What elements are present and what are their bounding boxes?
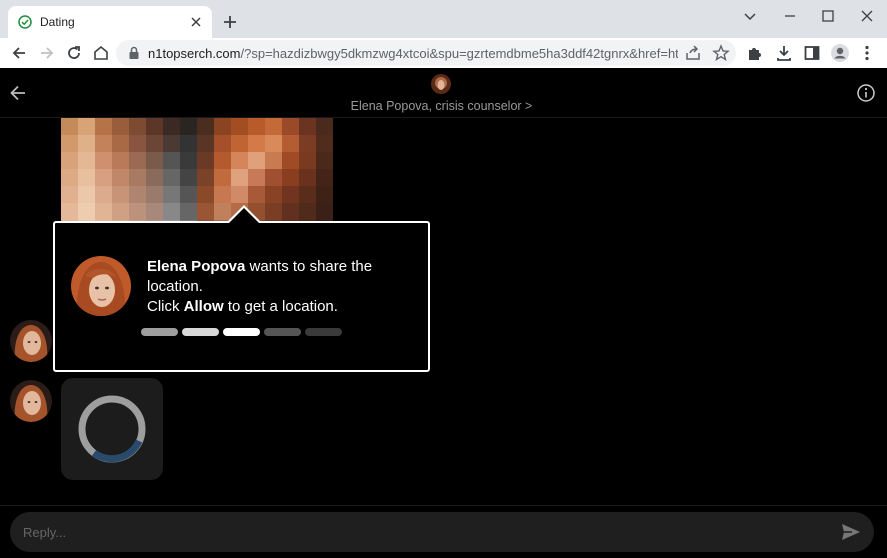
- popup-message: Elena Popova wants to share the location…: [147, 257, 417, 317]
- contact-name[interactable]: Elena Popova, crisis counselor >: [0, 99, 883, 113]
- tab-dating[interactable]: Dating: [8, 6, 212, 38]
- reload-icon[interactable]: [64, 43, 84, 63]
- info-icon[interactable]: [856, 83, 876, 103]
- tab-title: Dating: [40, 15, 75, 29]
- arrow-right-icon[interactable]: [37, 43, 57, 63]
- tab-search-icon[interactable]: [740, 6, 760, 26]
- progress-segment: [141, 328, 178, 336]
- spinner-icon: [78, 395, 146, 463]
- url-domain: n1topserch.com: [148, 46, 241, 61]
- close-window-icon[interactable]: [857, 6, 877, 26]
- popup-allow-word: Allow: [183, 298, 224, 315]
- close-tab-icon[interactable]: [188, 14, 204, 30]
- tab-strip: Dating: [0, 0, 887, 38]
- send-icon[interactable]: [840, 521, 862, 543]
- sidepanel-icon[interactable]: [802, 43, 822, 63]
- reply-input[interactable]: [10, 512, 874, 552]
- avatar[interactable]: [10, 320, 52, 362]
- progress-segment: [182, 328, 219, 336]
- popup-line-2-suffix: to get a location.: [223, 298, 338, 315]
- check-circle-icon: [18, 15, 32, 29]
- home-icon[interactable]: [91, 43, 111, 63]
- avatar[interactable]: [431, 74, 451, 94]
- chat-header: Elena Popova, crisis counselor >: [0, 68, 887, 118]
- new-tab-icon[interactable]: [221, 13, 239, 31]
- profile-icon[interactable]: [830, 43, 850, 63]
- browser-toolbar: n1topserch.com/?sp=hazdizbwgy5dkmzwg4xtc…: [0, 38, 887, 68]
- minimize-icon[interactable]: [780, 6, 800, 26]
- progress-segment: [305, 328, 342, 336]
- loading-message: [61, 378, 163, 480]
- puzzle-icon[interactable]: [745, 43, 765, 63]
- download-icon[interactable]: [774, 43, 794, 63]
- arrow-left-icon[interactable]: [9, 43, 29, 63]
- url-text[interactable]: n1topserch.com/?sp=hazdizbwgy5dkmzwg4xtc…: [148, 46, 678, 61]
- share-icon[interactable]: [684, 44, 702, 62]
- star-icon[interactable]: [712, 44, 730, 62]
- location-share-popup[interactable]: Elena Popova wants to share the location…: [53, 205, 430, 372]
- popup-line-2-prefix: Click: [147, 298, 184, 315]
- chat-page: Elena Popova, crisis counselor > Elena P…: [0, 68, 887, 558]
- address-bar[interactable]: n1topserch.com/?sp=hazdizbwgy5dkmzwg4xtc…: [116, 40, 736, 66]
- maximize-icon[interactable]: [818, 6, 838, 26]
- lock-icon[interactable]: [128, 46, 140, 60]
- kebab-menu-icon[interactable]: [857, 43, 877, 63]
- avatar: [71, 256, 131, 316]
- progress-segment: [223, 328, 260, 336]
- reply-bar: [0, 505, 887, 558]
- popup-sender-name: Elena Popova: [147, 258, 246, 275]
- avatar[interactable]: [10, 380, 52, 422]
- url-path: /?sp=hazdizbwgy5dkmzwg4xtcoi&spu=gzrtemd…: [240, 46, 679, 61]
- progress-segment: [264, 328, 301, 336]
